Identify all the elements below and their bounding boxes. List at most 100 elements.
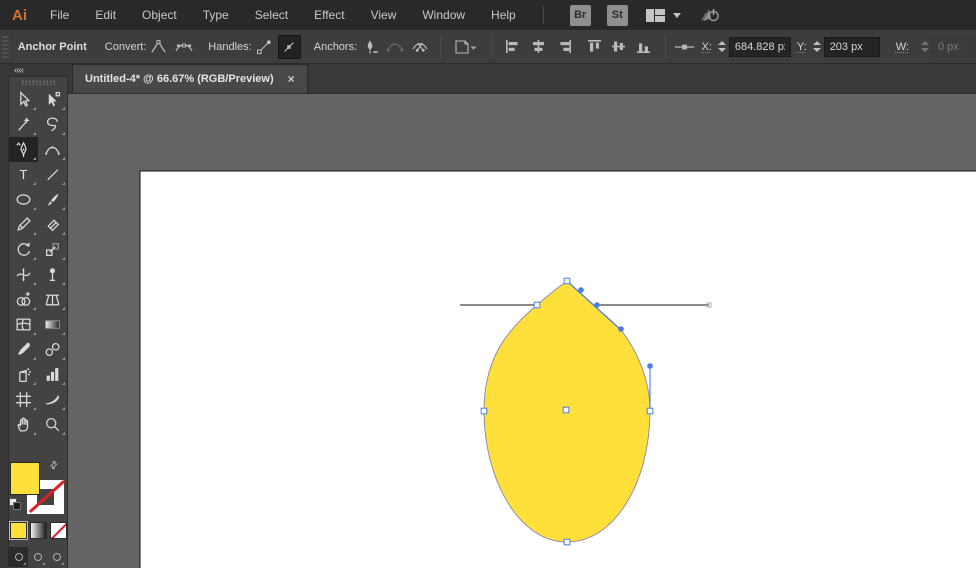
y-input[interactable] — [823, 36, 880, 57]
connect-endpoints-button[interactable] — [383, 35, 406, 59]
anchor-point[interactable] — [480, 407, 488, 415]
collapse-panel-icon[interactable]: «« — [0, 64, 68, 76]
hand-tool[interactable] — [9, 412, 38, 437]
none-button[interactable] — [50, 522, 67, 539]
touch-workspace-icon[interactable] — [697, 5, 721, 25]
default-fill-stroke-icon[interactable] — [9, 498, 22, 510]
anchor-point[interactable] — [563, 277, 571, 285]
fill-swatch-yellow[interactable] — [10, 462, 40, 495]
draw-behind-button[interactable] — [28, 547, 47, 567]
menu-effect[interactable]: Effect — [301, 0, 357, 30]
close-icon[interactable]: × — [288, 72, 295, 86]
direct-selection-tool[interactable] — [38, 87, 67, 112]
color-button[interactable] — [9, 521, 28, 540]
eraser-tool[interactable] — [38, 212, 67, 237]
bridge-button[interactable]: Br — [569, 4, 591, 26]
paintbrush-tool[interactable] — [38, 187, 67, 212]
blend-tool[interactable] — [38, 337, 67, 362]
anchor-point[interactable] — [533, 301, 541, 309]
w-stepper — [920, 41, 929, 52]
menu-edit[interactable]: Edit — [82, 0, 129, 30]
width-tool[interactable] — [9, 262, 38, 287]
pen-tool[interactable] — [9, 137, 38, 162]
canvas-area[interactable] — [68, 94, 976, 568]
menu-select[interactable]: Select — [242, 0, 301, 30]
swap-fill-stroke-icon[interactable]: ⇄ — [47, 459, 61, 473]
pencil-tool[interactable] — [9, 212, 38, 237]
gradient-button[interactable] — [30, 522, 47, 539]
mesh-tool[interactable] — [9, 312, 38, 337]
x-stepper[interactable] — [717, 41, 726, 52]
align-horizontal-center-button[interactable] — [527, 35, 550, 59]
cut-path-scissors-button[interactable] — [408, 35, 431, 59]
menu-window[interactable]: Window — [409, 0, 478, 30]
type-tool[interactable]: T — [9, 162, 38, 187]
gradient-tool[interactable] — [38, 312, 67, 337]
slice-tool[interactable] — [38, 387, 67, 412]
perspective-grid-tool[interactable] — [38, 287, 67, 312]
anchor-point[interactable] — [563, 538, 571, 546]
toolbox-panel: T ⇄ — [8, 76, 68, 568]
eyedropper-tool[interactable] — [9, 337, 38, 362]
menubar-separator — [542, 6, 544, 24]
remove-anchor-pen-button[interactable] — [358, 35, 381, 59]
app-logo-icon: Ai — [12, 6, 27, 24]
handle-dot[interactable] — [618, 326, 624, 332]
align-horizontal-left-button[interactable] — [502, 35, 525, 59]
puppet-warp-tool[interactable] — [38, 262, 67, 287]
curvature-tool[interactable] — [38, 137, 67, 162]
handle-dot[interactable] — [578, 287, 584, 293]
menu-file[interactable]: File — [37, 0, 82, 30]
line-segment-tool[interactable] — [38, 162, 67, 187]
separator — [491, 35, 493, 58]
point-position-icon — [675, 44, 695, 49]
menu-object[interactable]: Object — [129, 0, 190, 30]
scale-tool[interactable] — [38, 237, 67, 262]
document-tab-bar: Untitled-4* @ 66.67% (RGB/Preview) × — [68, 64, 976, 94]
workspace-layout-icon — [645, 8, 665, 22]
illustrator-window: Ai File Edit Object Type Select Effect V… — [0, 0, 976, 568]
anchor-point[interactable] — [562, 406, 570, 414]
y-stepper[interactable] — [812, 41, 821, 52]
panel-grip[interactable] — [21, 80, 55, 85]
menu-bar: Ai File Edit Object Type Select Effect V… — [0, 0, 976, 30]
draw-inside-button[interactable] — [47, 547, 66, 567]
document-setup-button[interactable] — [450, 35, 483, 59]
anchor-point[interactable] — [646, 407, 654, 415]
magic-wand-tool[interactable] — [9, 112, 38, 137]
align-horizontal-right-button[interactable] — [552, 35, 575, 59]
convert-to-corner-button[interactable] — [147, 35, 170, 59]
show-handles-button[interactable] — [253, 35, 276, 59]
stock-button[interactable]: St — [606, 4, 628, 26]
menu-help[interactable]: Help — [478, 0, 529, 30]
column-graph-tool[interactable] — [38, 362, 67, 387]
menu-type[interactable]: Type — [190, 0, 242, 30]
shape-builder-tool[interactable] — [9, 287, 38, 312]
x-label[interactable]: X: — [701, 41, 711, 53]
zoom-tool[interactable] — [38, 412, 67, 437]
convert-to-smooth-button[interactable] — [172, 35, 195, 59]
artboard-tool[interactable] — [9, 387, 38, 412]
x-input[interactable] — [728, 36, 791, 57]
artboard-canvas[interactable] — [68, 94, 976, 568]
draw-normal-button[interactable] — [9, 547, 28, 567]
workspace-switcher[interactable] — [645, 8, 681, 22]
document-tab[interactable]: Untitled-4* @ 66.67% (RGB/Preview) × — [72, 64, 308, 93]
selection-tool[interactable] — [9, 87, 38, 112]
w-label: W: — [895, 40, 909, 53]
panel-grip[interactable] — [2, 34, 9, 59]
ellipse-tool[interactable] — [9, 187, 38, 212]
align-vertical-top-button[interactable] — [584, 35, 607, 59]
y-label[interactable]: Y: — [797, 41, 807, 53]
document-title: Untitled-4* @ 66.67% (RGB/Preview) — [85, 73, 274, 85]
rotate-tool[interactable] — [9, 237, 38, 262]
handle-dot[interactable] — [647, 363, 653, 369]
symbol-sprayer-tool[interactable] — [9, 362, 38, 387]
handle-dot[interactable] — [594, 302, 600, 308]
separator — [665, 35, 667, 58]
align-vertical-bottom-button[interactable] — [633, 35, 656, 59]
menu-view[interactable]: View — [358, 0, 410, 30]
align-vertical-center-button[interactable] — [608, 35, 631, 59]
lasso-tool[interactable] — [38, 112, 67, 137]
hide-handles-button[interactable] — [277, 34, 301, 59]
